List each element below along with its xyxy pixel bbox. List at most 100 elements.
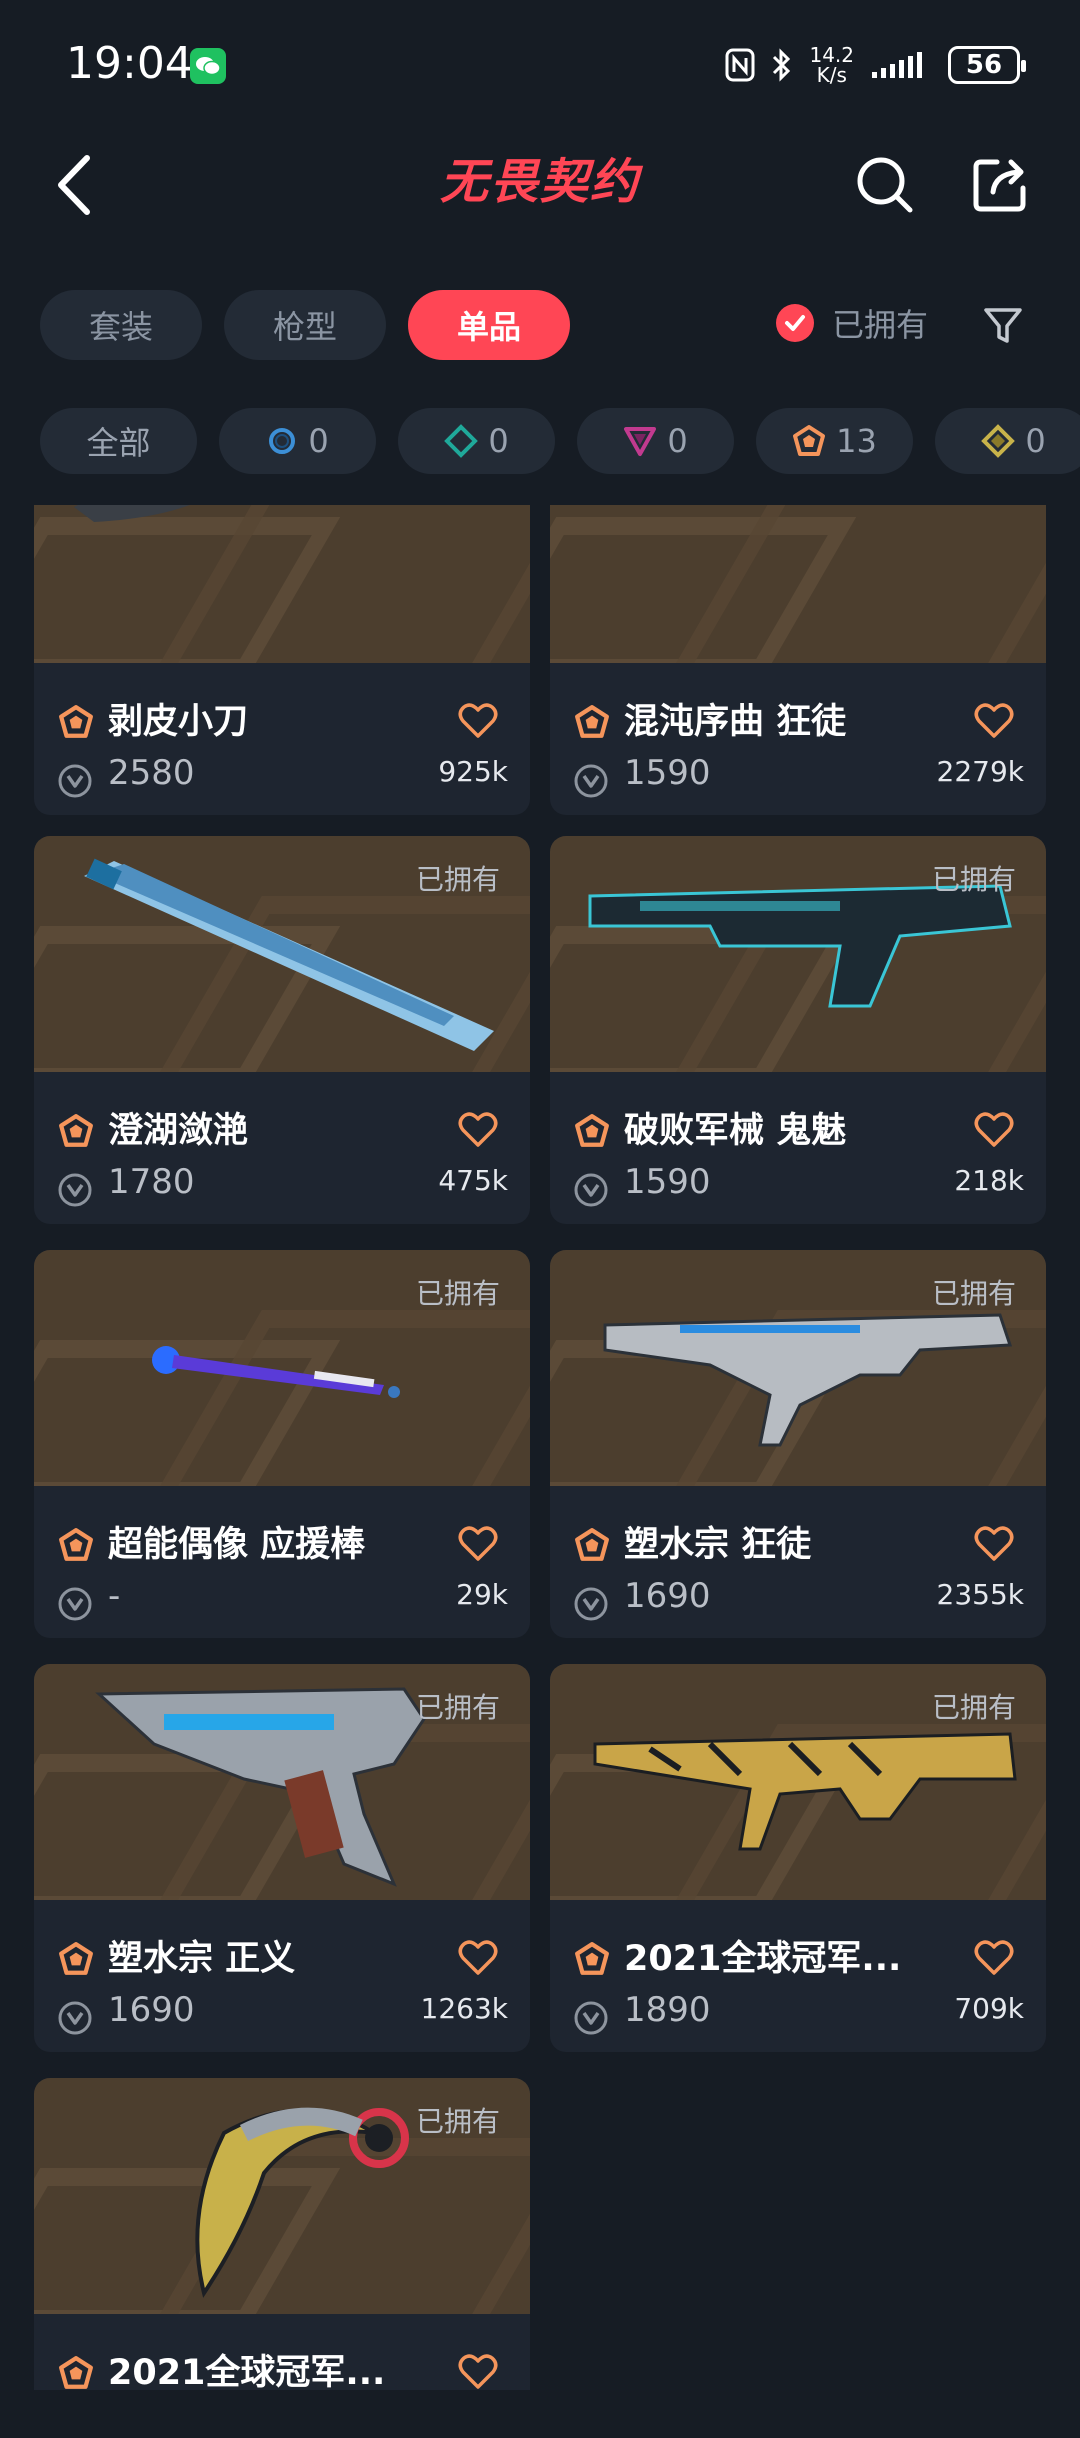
select-tier-icon <box>269 428 296 454</box>
owned-tag: 已拥有 <box>931 863 1016 896</box>
heart-icon[interactable] <box>974 1112 1014 1148</box>
vp-currency-icon <box>58 2001 92 2035</box>
exclusive-tier-icon <box>575 1528 609 1561</box>
item-price: 1590 <box>624 753 711 793</box>
rifle-icon <box>603 1313 1013 1447</box>
search-icon <box>857 157 913 213</box>
item-name: 剥皮小刀 <box>108 702 249 742</box>
exclusive-tier-icon <box>59 705 93 738</box>
exclusive-tier-icon <box>575 1942 609 1975</box>
exclusive-tier-icon <box>575 705 609 738</box>
item-card[interactable]: 已拥有 破败军械 鬼魅 1590 218k <box>550 836 1046 1224</box>
wechat-icon <box>190 48 226 84</box>
owned-tag: 已拥有 <box>931 1277 1016 1310</box>
rifle-icon <box>593 1732 1017 1851</box>
heart-icon[interactable] <box>458 703 498 739</box>
share-button[interactable] <box>965 150 1035 220</box>
like-count: 475k <box>438 1164 508 1197</box>
tab-weapon-types[interactable]: 枪型 <box>224 290 386 360</box>
like-count: 1263k <box>420 1992 508 2025</box>
like-count: 925k <box>438 755 508 788</box>
owned-tag: 已拥有 <box>415 863 500 896</box>
tier-chip-premium[interactable]: 0 <box>577 408 734 474</box>
tier-chip-count: 0 <box>488 422 509 460</box>
item-name: 混沌序曲 狂徒 <box>624 702 847 742</box>
owned-filter-toggle[interactable]: 已拥有 <box>776 300 928 346</box>
tier-chip-all[interactable]: 全部 <box>40 408 197 474</box>
network-speed-unit: K/s <box>816 63 847 87</box>
filter-button[interactable] <box>975 298 1031 354</box>
item-name: 超能偶像 应援棒 <box>108 1525 366 1565</box>
item-card[interactable]: 剥皮小刀 2580 925k <box>34 505 530 815</box>
heart-icon[interactable] <box>974 1526 1014 1562</box>
tier-chip-count: 0 <box>308 422 329 460</box>
item-card[interactable]: 已拥有 塑水宗 狂徒 1690 2355k <box>550 1250 1046 1638</box>
tier-chip-label: 全部 <box>86 424 151 462</box>
vp-currency-icon <box>574 764 608 798</box>
like-count: 218k <box>954 1164 1024 1197</box>
exclusive-tier-icon <box>59 1942 93 1975</box>
item-card[interactable]: 已拥有 塑水宗 正义 1690 1263k <box>34 1664 530 2052</box>
tier-chip-count: 0 <box>667 422 688 460</box>
status-icons: 14.2 K/s 56 <box>725 40 1026 90</box>
item-card[interactable]: 已拥有 澄湖潋滟 1780 475k <box>34 836 530 1224</box>
item-card[interactable]: 已拥有 2021全球冠军... 1890 709k <box>550 1664 1046 2052</box>
item-card[interactable]: 已拥有 2021全球冠军... 3780 347k <box>34 2078 530 2390</box>
item-card[interactable]: 混沌序曲 狂徒 1590 2279k <box>550 505 1046 815</box>
item-name: 塑水宗 正义 <box>108 1939 296 1979</box>
back-button[interactable] <box>40 150 110 220</box>
item-name: 塑水宗 狂徒 <box>624 1525 812 1565</box>
knife-icon <box>74 505 190 522</box>
signal-icon <box>872 52 922 78</box>
item-name: 2021全球冠军... <box>108 2353 386 2390</box>
heart-icon[interactable] <box>974 703 1014 739</box>
premium-tier-icon <box>624 427 657 456</box>
tier-chip-exclusive[interactable]: 13 <box>756 408 913 474</box>
heart-icon[interactable] <box>458 1940 498 1976</box>
karambit-icon <box>195 2107 409 2298</box>
item-price: 2580 <box>108 753 195 793</box>
item-price: 1780 <box>108 1162 195 1202</box>
owned-tag: 已拥有 <box>415 1277 500 1310</box>
owned-tag: 已拥有 <box>931 1691 1016 1724</box>
vp-currency-icon <box>58 1587 92 1621</box>
tab-suits[interactable]: 套装 <box>40 290 202 360</box>
exclusive-tier-icon <box>59 1528 93 1561</box>
clock: 19:04 <box>66 38 193 89</box>
exclusive-tier-icon <box>59 2356 93 2389</box>
chevron-left-icon <box>58 155 90 215</box>
tier-chip-deluxe[interactable]: 0 <box>398 408 555 474</box>
tier-chip-select[interactable]: 0 <box>219 408 376 474</box>
item-card[interactable]: 已拥有 超能偶像 应援棒 - 29k <box>34 1250 530 1638</box>
battery-indicator: 56 <box>948 46 1026 84</box>
tier-filter-row: 全部 0 0 0 13 0 <box>40 408 1080 474</box>
header: 无畏契约 <box>0 140 1080 230</box>
owned-tag: 已拥有 <box>415 2105 500 2138</box>
heart-icon[interactable] <box>974 1940 1014 1976</box>
category-tabs: 套装 枪型 单品 <box>40 290 570 360</box>
item-price: 1890 <box>624 1990 711 2030</box>
item-name: 2021全球冠军... <box>624 1939 902 1979</box>
page-title-logo: 无畏契约 <box>439 154 640 210</box>
like-count: 2279k <box>936 755 1024 788</box>
tier-chip-count: 0 <box>1025 422 1046 460</box>
bluetooth-icon <box>773 48 791 82</box>
ultra-tier-icon <box>981 424 1016 458</box>
search-button[interactable] <box>850 150 920 220</box>
owned-filter-label: 已拥有 <box>832 306 929 344</box>
vp-currency-icon <box>58 1173 92 1207</box>
tier-chip-ultra[interactable]: 0 <box>935 408 1080 474</box>
heart-icon[interactable] <box>458 2354 498 2390</box>
vp-currency-icon <box>574 2001 608 2035</box>
tier-chip-count: 13 <box>836 422 877 460</box>
exclusive-tier-icon <box>793 425 826 456</box>
network-speed-value: 14.2 <box>809 43 854 67</box>
item-grid: 剥皮小刀 2580 925k 混沌序曲 狂徒 1590 2279k 已拥有 澄湖… <box>34 505 1046 2390</box>
heart-icon[interactable] <box>458 1526 498 1562</box>
tab-single-items[interactable]: 单品 <box>408 290 570 360</box>
lightstick-icon <box>152 1346 400 1398</box>
checkmark-icon <box>776 304 814 342</box>
like-count: 2355k <box>936 1578 1024 1611</box>
heart-icon[interactable] <box>458 1112 498 1148</box>
item-price: 1690 <box>108 1990 195 2030</box>
